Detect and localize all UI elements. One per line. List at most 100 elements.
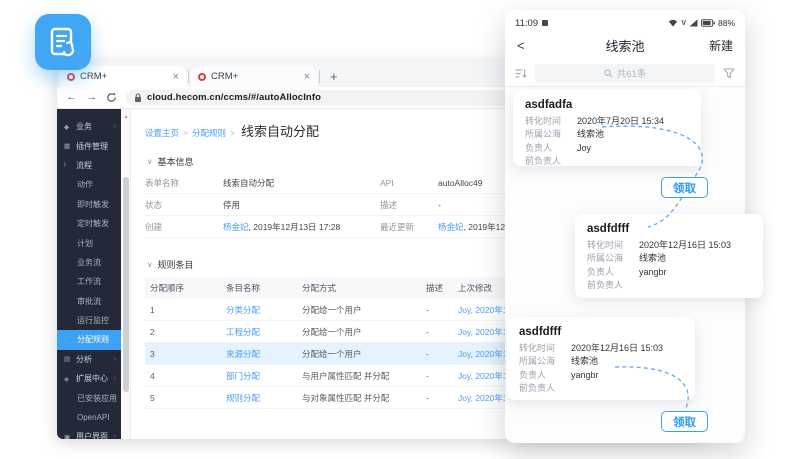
table-cell-desc: - — [421, 393, 453, 403]
scroll-up-icon[interactable]: ▲ — [122, 114, 130, 120]
table-cell-name[interactable]: 工程分配 — [221, 326, 297, 338]
new-tab-button[interactable]: + — [330, 69, 338, 84]
sidebar: ◆业务›▦插件管理⊦流程动作即时触发定时触发计划业务流工作流审批流运行监控分配规… — [57, 109, 121, 439]
field-label: 前负责人 — [525, 155, 577, 168]
claim-button[interactable]: 领取 — [661, 177, 708, 198]
lead-card-field: 前负责人 — [525, 155, 689, 168]
reload-icon[interactable] — [106, 92, 117, 103]
sidebar-item-label: 插件管理 — [76, 141, 108, 152]
signal-icon — [689, 19, 698, 27]
column-header: 分配顺序 — [145, 282, 221, 294]
table-cell-method: 分配给一个用户 — [297, 304, 421, 316]
sidebar-item[interactable]: ◆业务› — [57, 117, 121, 136]
browser-back-icon[interactable]: ← — [66, 92, 77, 103]
sidebar-item[interactable]: ◈扩展中心› — [57, 369, 121, 388]
table-cell-name[interactable]: 规则分配 — [221, 392, 297, 404]
filter-funnel-icon[interactable] — [723, 68, 735, 79]
sidebar-item-label: 工作流 — [77, 276, 101, 287]
tab-title: CRM+ — [80, 71, 168, 82]
info-field-label: API — [380, 172, 438, 194]
table-cell-order: 1 — [145, 305, 221, 315]
value-text: 线索自动分配 — [223, 177, 274, 189]
lead-card-field: 所属公海线索池 — [525, 128, 689, 141]
table-cell-order: 3 — [145, 349, 221, 359]
field-label: 转化时间 — [587, 239, 639, 252]
field-value: 2020年12月16日 15:03 — [639, 239, 731, 252]
info-field-label: 状态 — [145, 194, 223, 216]
sidebar-item[interactable]: 动作 — [57, 175, 121, 194]
user-link[interactable]: 杨金妃 — [438, 221, 464, 233]
table-cell-name[interactable]: 部门分配 — [221, 370, 297, 382]
lead-card-title: asdfdfff — [587, 223, 751, 235]
field-label: 所属公海 — [525, 128, 577, 141]
search-input[interactable]: 共61条 — [535, 64, 715, 83]
create-new-button[interactable]: 新建 — [709, 37, 733, 54]
breadcrumb-link-home[interactable]: 设置主页 — [145, 127, 179, 139]
field-value: Joy — [577, 142, 591, 155]
info-field-label: 表单名称 — [145, 172, 223, 194]
table-cell-name[interactable]: 来源分配 — [221, 348, 297, 360]
browser-tab-2[interactable]: CRM+ × — [191, 66, 317, 87]
chevron-right-icon: › — [114, 433, 116, 439]
sidebar-item[interactable]: ▦插件管理 — [57, 136, 121, 155]
scrollbar-thumb[interactable] — [123, 177, 129, 392]
sidebar-item[interactable]: 工作流 — [57, 272, 121, 291]
info-field-label: 最近更新 — [380, 216, 438, 238]
section-title: 规则条目 — [158, 258, 194, 271]
volte-icon: V — [681, 20, 686, 27]
search-placeholder: 共61条 — [617, 66, 647, 80]
claim-button[interactable]: 领取 — [661, 411, 708, 432]
lead-card[interactable]: asdfadfa转化时间2020年7月20日 15:34所属公海线索池负责人Jo… — [513, 90, 701, 166]
lead-card-field: 前负责人 — [587, 279, 751, 292]
lead-card-field: 负责人yangbr — [587, 266, 751, 279]
business-icon: ◆ — [64, 123, 73, 131]
sidebar-item[interactable]: 定时触发 — [57, 214, 121, 233]
status-app-icon — [542, 20, 548, 26]
sidebar-item[interactable]: 计划 — [57, 233, 121, 252]
flow-icon: ⊦ — [64, 161, 73, 169]
url-text: cloud.hecom.cn/ccms/#/autoAllocInfo — [147, 92, 321, 103]
sidebar-item[interactable]: 审批流 — [57, 292, 121, 311]
sort-icon[interactable] — [515, 68, 527, 79]
browser-forward-icon[interactable]: → — [86, 92, 97, 103]
value-text: - — [438, 200, 441, 210]
sidebar-item[interactable]: 即时触发 — [57, 195, 121, 214]
sidebar-item[interactable]: ▤分析› — [57, 350, 121, 369]
field-value: yangbr — [639, 266, 667, 279]
sidebar-item[interactable]: OpenAPI — [57, 408, 121, 427]
ui-icon: ▣ — [64, 433, 73, 439]
lead-card-field: 转化时间2020年12月16日 15:03 — [519, 342, 683, 355]
table-cell-order: 5 — [145, 393, 221, 403]
table-cell-name[interactable]: 分类分配 — [221, 304, 297, 316]
sidebar-item-active[interactable]: 分配规则 — [57, 330, 121, 349]
info-field-value: 线索自动分配 — [223, 172, 380, 194]
sidebar-item-label: 业务 — [76, 121, 92, 132]
document-touch-icon — [48, 26, 78, 58]
breadcrumb-link-rules[interactable]: 分配规则 — [192, 127, 226, 139]
sidebar-item[interactable]: ▣用户界面› — [57, 427, 121, 439]
lead-card-field: 负责人Joy — [525, 142, 689, 155]
table-cell-method: 与对象属性匹配 并分配 — [297, 392, 421, 404]
sidebar-item-label: OpenAPI — [77, 413, 109, 422]
sidebar-item[interactable]: ⊦流程 — [57, 156, 121, 175]
table-cell-desc: - — [421, 305, 453, 315]
user-link[interactable]: 杨金妃 — [223, 221, 249, 233]
close-tab-icon[interactable]: × — [173, 71, 179, 83]
sidebar-item[interactable]: 运行监控 — [57, 311, 121, 330]
table-cell-desc: - — [421, 349, 453, 359]
field-label: 前负责人 — [587, 279, 639, 292]
table-cell-order: 2 — [145, 327, 221, 337]
sidebar-item-label: 动作 — [77, 179, 93, 190]
field-label: 负责人 — [525, 142, 577, 155]
lead-card[interactable]: asdfdfff转化时间2020年12月16日 15:03所属公海线索池负责人y… — [507, 317, 695, 400]
sidebar-item[interactable]: 业务流 — [57, 253, 121, 272]
sidebar-item[interactable]: 已安装应用 — [57, 388, 121, 407]
close-tab-icon[interactable]: × — [304, 71, 310, 83]
field-value: 2020年12月16日 15:03 — [571, 342, 663, 355]
table-cell-method: 分配给一个用户 — [297, 326, 421, 338]
field-value: 2020年7月20日 15:34 — [577, 115, 664, 128]
lead-card[interactable]: asdfdfff转化时间2020年12月16日 15:03所属公海线索池负责人y… — [575, 214, 763, 298]
field-value: yangbr — [571, 369, 599, 382]
sidebar-scrollbar[interactable]: ▲ — [121, 109, 131, 439]
wifi-icon — [668, 19, 678, 27]
